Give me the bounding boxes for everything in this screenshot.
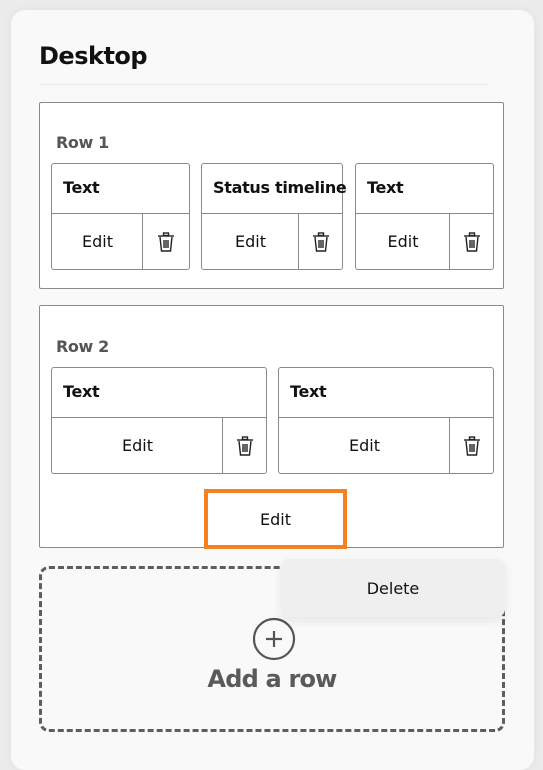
widget-title: Text bbox=[367, 178, 404, 197]
row-1-container: Row 1 Text Edit Status timeline Edit Tex… bbox=[39, 102, 504, 289]
row-label: Row 2 bbox=[56, 337, 109, 356]
row-label: Row 1 bbox=[56, 133, 109, 152]
widget-title: Text bbox=[63, 178, 100, 197]
widget-card: Text Edit bbox=[278, 367, 494, 474]
trash-icon bbox=[463, 435, 480, 456]
widget-card: Text Edit bbox=[51, 367, 267, 474]
widget-delete-button[interactable] bbox=[298, 214, 342, 269]
widget-edit-button[interactable]: Edit bbox=[279, 418, 450, 473]
widget-card: Status timeline Edit bbox=[201, 163, 347, 270]
trash-icon bbox=[158, 231, 174, 252]
widget-delete-button[interactable] bbox=[449, 214, 493, 269]
trash-icon bbox=[236, 435, 253, 456]
menu-item-delete[interactable]: Delete bbox=[281, 559, 505, 617]
widget-title: Text bbox=[63, 382, 100, 401]
context-menu: Delete bbox=[281, 559, 505, 617]
widget-delete-button[interactable] bbox=[142, 214, 189, 269]
widget-edit-button[interactable]: Edit bbox=[52, 418, 223, 473]
widget-card: Text Edit bbox=[51, 163, 190, 270]
widget-edit-button[interactable]: Edit bbox=[52, 214, 143, 269]
title-divider bbox=[39, 84, 488, 85]
widget-edit-button[interactable]: Edit bbox=[356, 214, 450, 269]
trash-icon bbox=[463, 231, 480, 252]
widget-card: Text Edit bbox=[355, 163, 494, 270]
widget-edit-button[interactable]: Edit bbox=[202, 214, 299, 269]
row-edit-button[interactable]: Edit bbox=[204, 489, 347, 549]
widget-title: Text bbox=[290, 382, 327, 401]
widget-delete-button[interactable] bbox=[222, 418, 266, 473]
plus-circle-icon bbox=[252, 617, 296, 661]
add-row-label: Add a row bbox=[207, 665, 337, 693]
widget-delete-button[interactable] bbox=[449, 418, 493, 473]
trash-icon bbox=[312, 231, 329, 252]
widget-title: Status timeline bbox=[213, 178, 347, 197]
section-title: Desktop bbox=[39, 42, 148, 70]
